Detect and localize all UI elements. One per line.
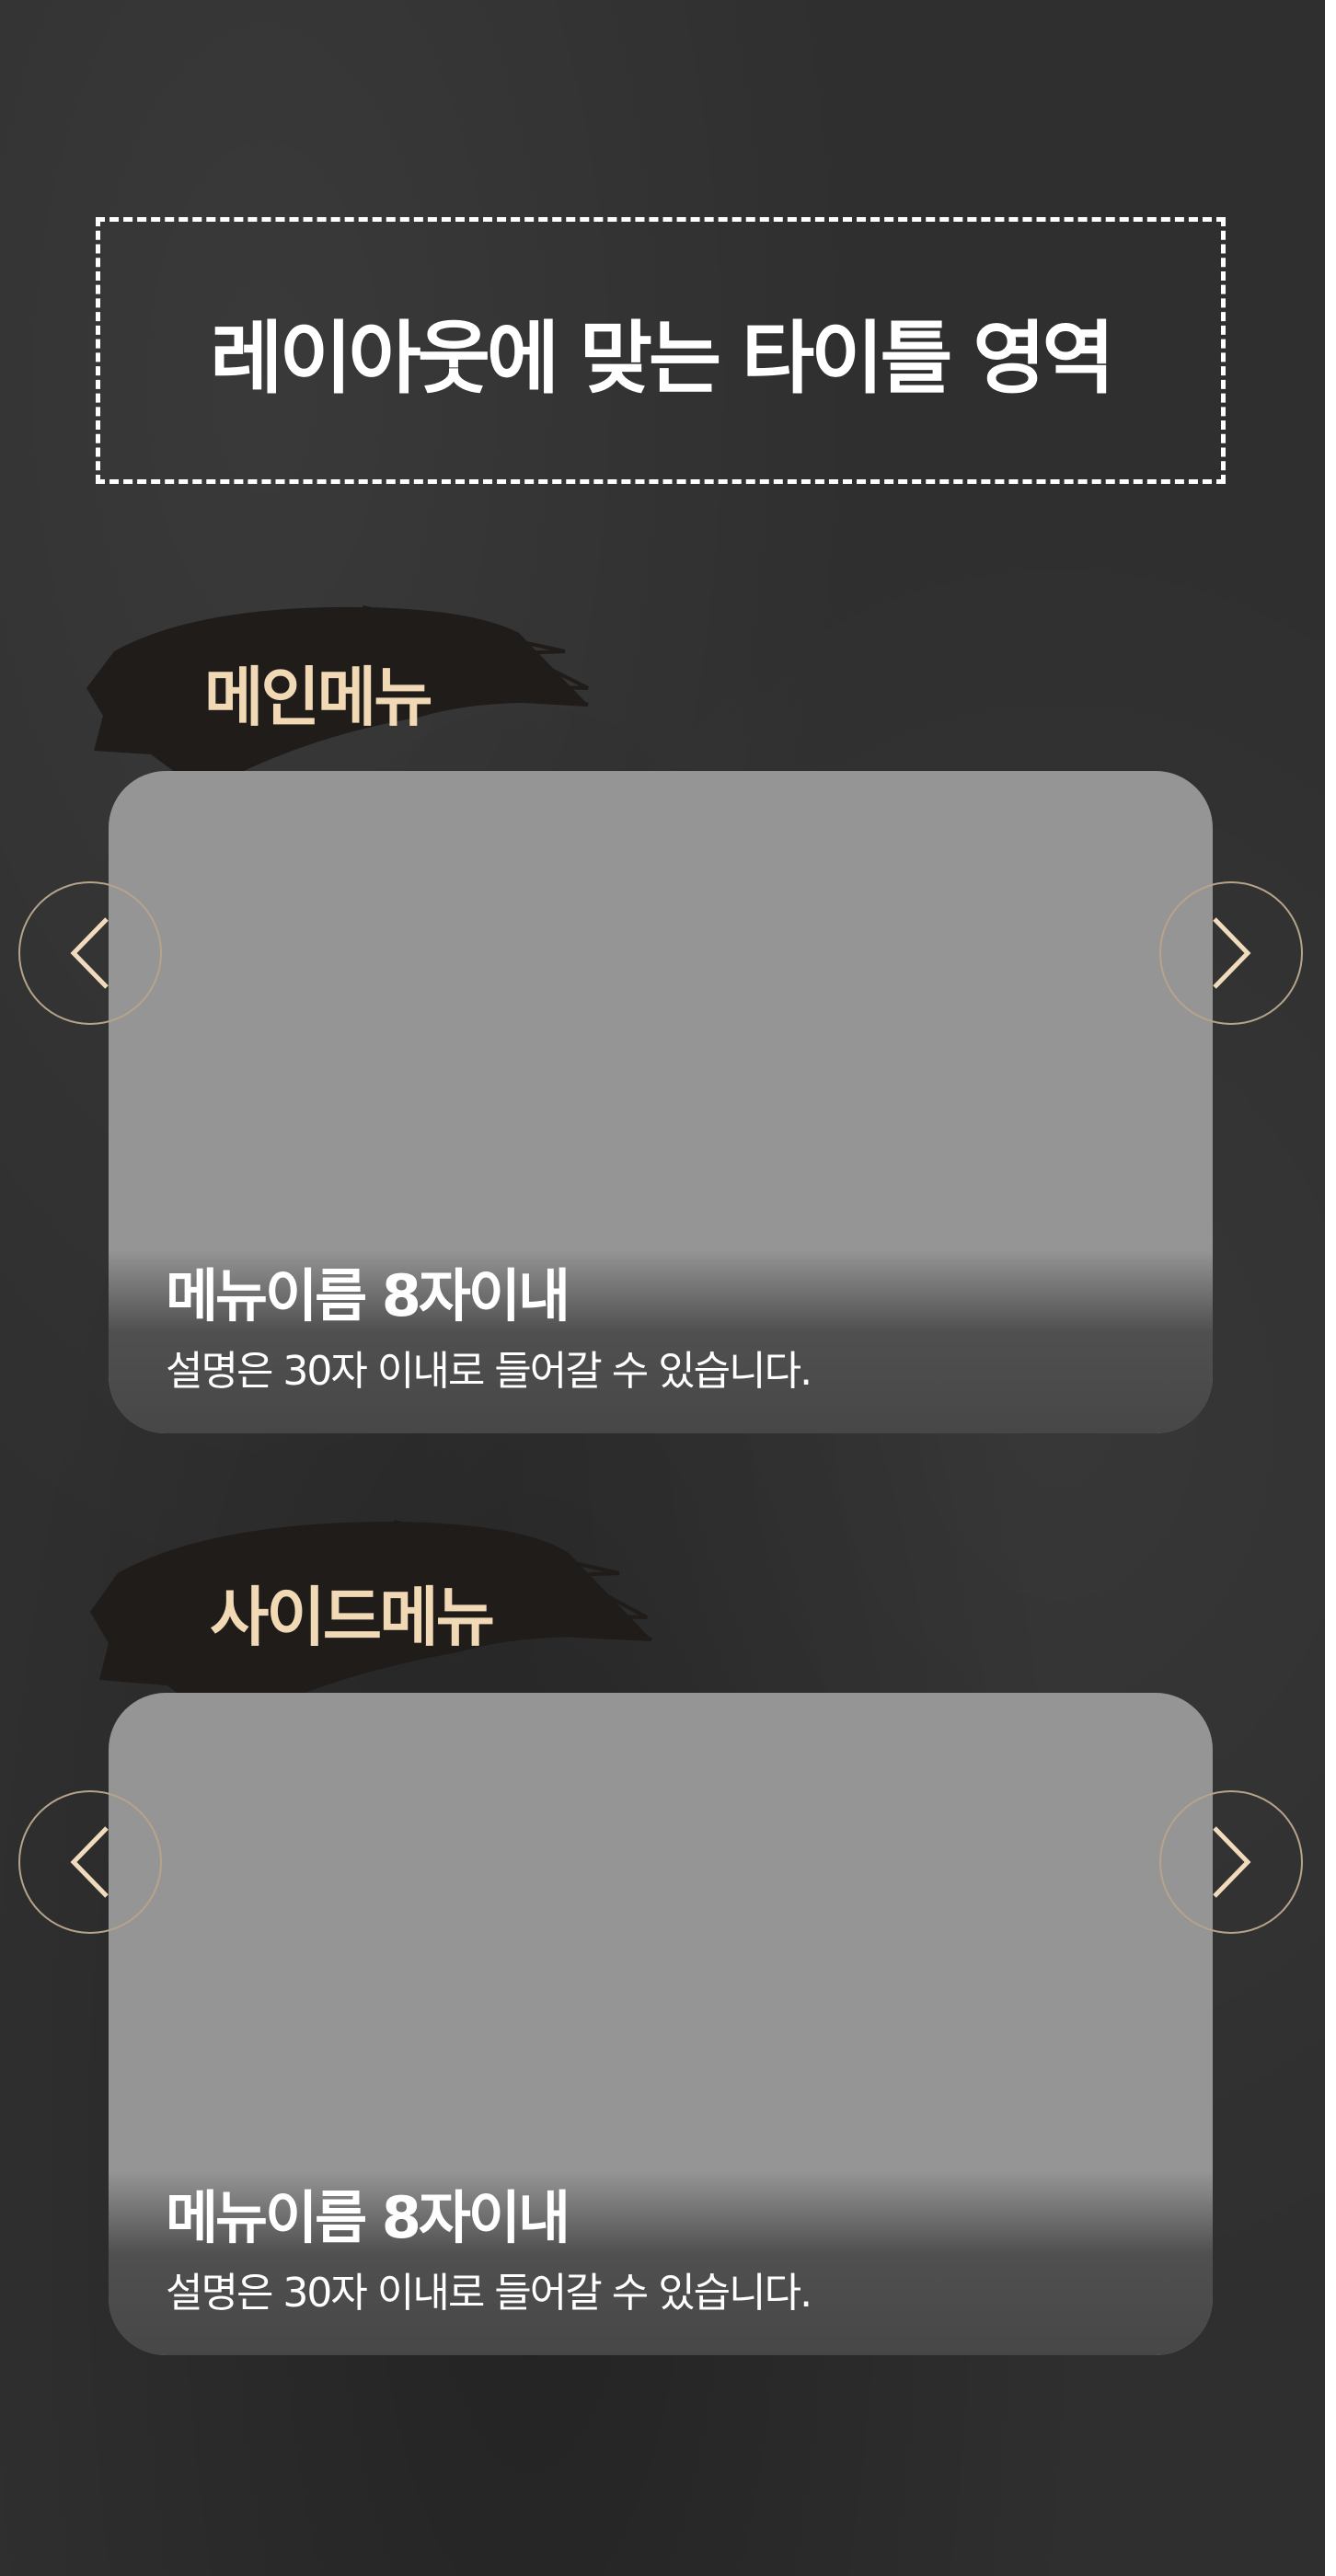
menu-card-name: 메뉴이름 8자이내	[166, 2184, 570, 2251]
menu-card-name: 메뉴이름 8자이내	[166, 1262, 570, 1329]
section-label-side-menu: 사이드메뉴	[210, 1580, 495, 1655]
menu-card-description: 설명은 30자 이내로 들어갈 수 있습니다.	[166, 1348, 812, 1395]
page-title: 레이아웃에 맞는 타이틀 영역	[210, 312, 1114, 405]
chevron-right-icon	[1213, 1826, 1251, 1898]
prev-slide-button[interactable]	[18, 1790, 162, 1934]
section-label-main-menu: 메인메뉴	[204, 660, 433, 735]
menu-card[interactable]: 메뉴이름 8자이내 설명은 30자 이내로 들어갈 수 있습니다.	[109, 771, 1213, 1433]
chevron-left-icon	[70, 917, 109, 989]
chevron-right-icon	[1213, 917, 1251, 989]
page-background: 레이아웃에 맞는 타이틀 영역 메인메뉴 메뉴이름 8자이내 설명은 30자 이…	[0, 0, 1325, 2576]
next-slide-button[interactable]	[1159, 881, 1303, 1025]
menu-card[interactable]: 메뉴이름 8자이내 설명은 30자 이내로 들어갈 수 있습니다.	[109, 1693, 1213, 2355]
title-area: 레이아웃에 맞는 타이틀 영역	[96, 217, 1226, 484]
prev-slide-button[interactable]	[18, 881, 162, 1025]
menu-card-description: 설명은 30자 이내로 들어갈 수 있습니다.	[166, 2270, 812, 2317]
chevron-left-icon	[70, 1826, 109, 1898]
next-slide-button[interactable]	[1159, 1790, 1303, 1934]
